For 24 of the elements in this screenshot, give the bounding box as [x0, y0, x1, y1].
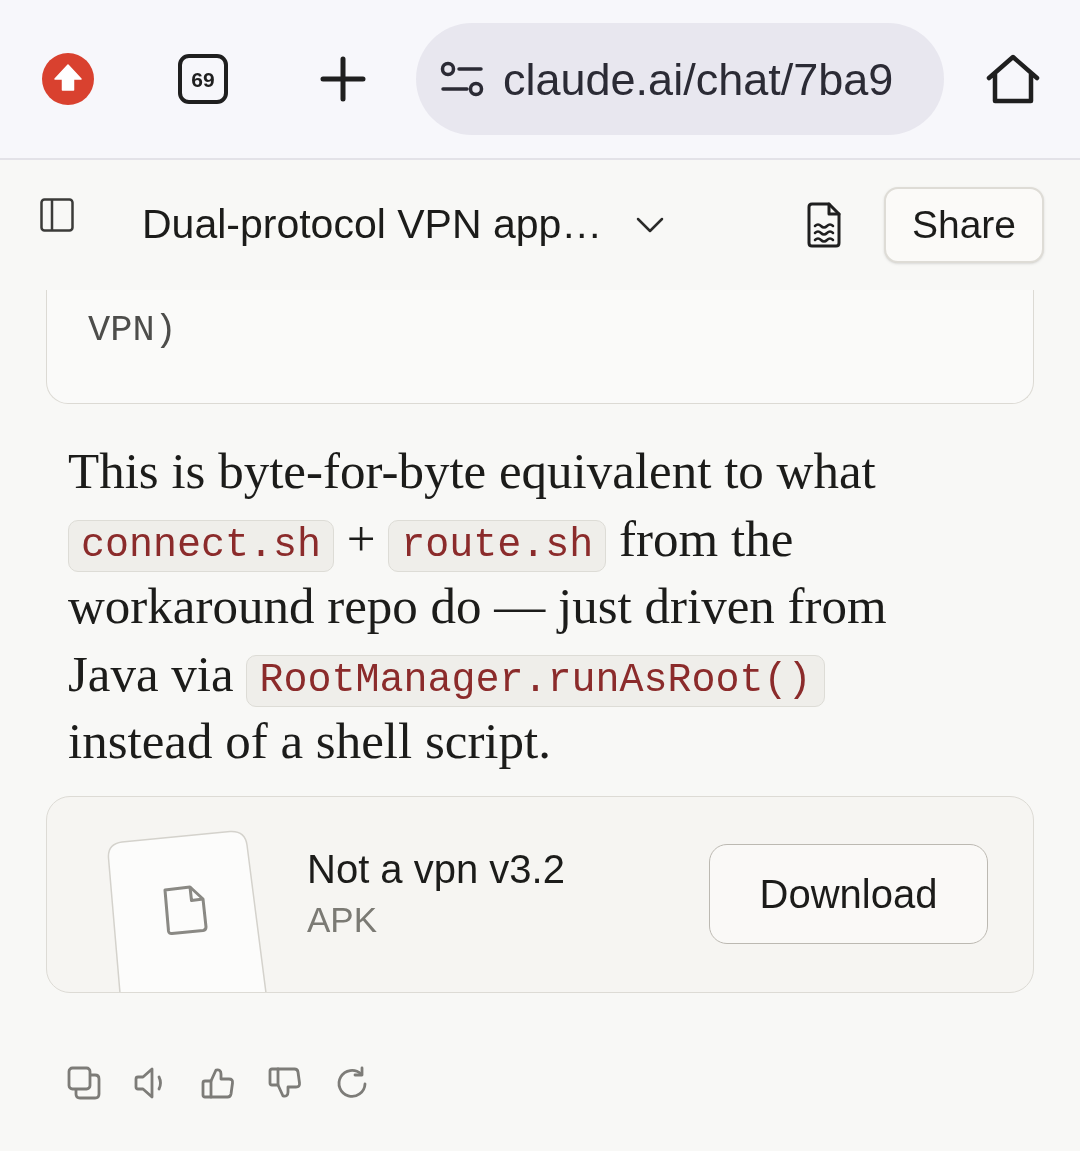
share-button[interactable]: Share [884, 187, 1044, 263]
file-icon [163, 885, 208, 935]
chat-title[interactable]: Dual-protocol VPN app… [142, 194, 603, 256]
url-text: claude.ai/chat/7ba9 [503, 56, 894, 102]
thumbs-up-icon[interactable] [201, 1065, 235, 1100]
document-icon[interactable] [806, 202, 842, 248]
file-type: APK [307, 899, 379, 941]
home-icon[interactable] [986, 54, 1040, 104]
tune-icon[interactable] [440, 61, 484, 97]
code-text: VPN) [88, 309, 177, 351]
file-name: Not a vpn v3.2 [307, 846, 565, 893]
retry-icon[interactable] [335, 1065, 369, 1100]
tab-count-button[interactable]: 69 [178, 54, 228, 104]
sidebar-icon[interactable] [40, 198, 74, 232]
chevron-down-icon[interactable] [636, 217, 665, 233]
plus-icon[interactable] [320, 56, 366, 102]
inline-code: route.sh [388, 519, 607, 572]
address-bar[interactable]: claude.ai/chat/7ba9 [416, 23, 944, 135]
inline-code: connect.sh [68, 519, 335, 572]
download-button[interactable]: Download [709, 844, 988, 944]
thumbs-down-icon[interactable] [268, 1065, 302, 1100]
copy-icon[interactable] [67, 1065, 101, 1100]
message-paragraph: This is byte-for-byte equivalent to what connect.sh + route.sh from the workaround repo do — just driven from Java via RootManager.runAsRoot() instead of a shell script. [68, 442, 888, 771]
inline-code: RootManager.runAsRoot() [246, 654, 825, 707]
